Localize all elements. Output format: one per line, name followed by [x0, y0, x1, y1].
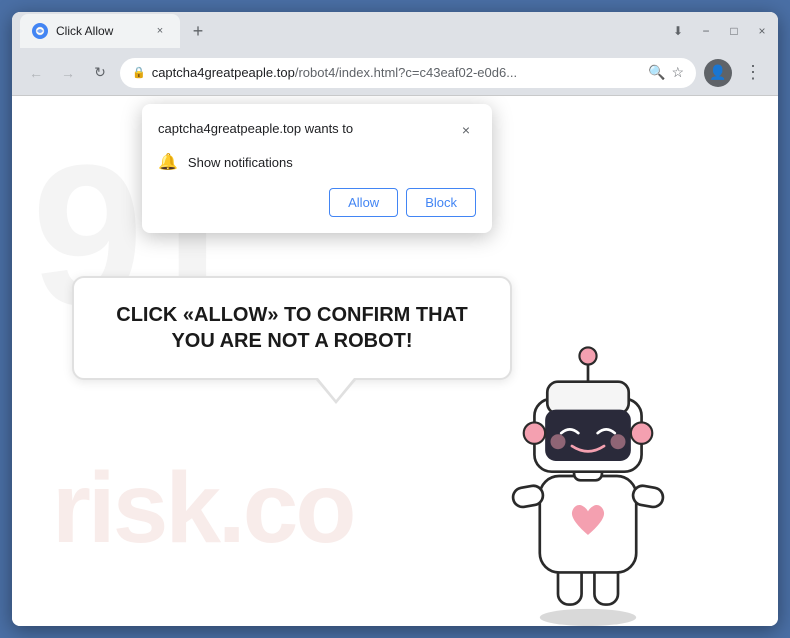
- bell-icon: 🔔: [158, 152, 178, 172]
- bubble-text: CLICK «ALLOW» TO CONFIRM THAT YOU ARE NO…: [106, 302, 478, 354]
- tab-label: Click Allow: [56, 24, 144, 38]
- popup-title: captcha4greatpeaple.top wants to: [158, 120, 353, 138]
- speech-bubble-container: CLICK «ALLOW» TO CONFIRM THAT YOU ARE NO…: [72, 276, 512, 380]
- speech-bubble: CLICK «ALLOW» TO CONFIRM THAT YOU ARE NO…: [72, 276, 512, 380]
- maximize-button[interactable]: □: [726, 23, 742, 39]
- bookmark-icon[interactable]: ☆: [671, 64, 684, 81]
- robot-character: [478, 326, 698, 626]
- popup-header: captcha4greatpeaple.top wants to ×: [158, 120, 476, 140]
- lock-icon: 🔒: [132, 66, 146, 79]
- url-text: captcha4greatpeaple.top/robot4/index.htm…: [152, 65, 642, 80]
- search-icon[interactable]: 🔍: [648, 64, 665, 81]
- popup-permission: 🔔 Show notifications: [158, 152, 476, 172]
- cast-icon[interactable]: ⬇: [670, 23, 686, 39]
- url-path: /robot4/index.html?c=c43eaf02-e0d6...: [295, 65, 517, 80]
- profile-button[interactable]: 👤: [704, 59, 732, 87]
- new-tab-button[interactable]: +: [184, 17, 212, 45]
- permission-label: Show notifications: [188, 155, 293, 170]
- popup-buttons: Allow Block: [158, 188, 476, 217]
- more-options-button[interactable]: ⋮: [740, 60, 766, 85]
- profile-icon: 👤: [709, 64, 726, 81]
- browser-window: Click Allow × + ⬇ − □ × ← → ↻ 🔒 captcha4…: [12, 12, 778, 626]
- close-window-button[interactable]: ×: [754, 23, 770, 39]
- window-controls: ⬇ − □ ×: [670, 23, 770, 39]
- page-content: 9 1 risk.co captcha4greatpeaple.top want…: [12, 96, 778, 626]
- allow-button[interactable]: Allow: [329, 188, 398, 217]
- forward-button[interactable]: →: [56, 61, 80, 85]
- popup-close-button[interactable]: ×: [456, 120, 476, 140]
- tab-close-button[interactable]: ×: [152, 23, 168, 39]
- tab-favicon: [32, 23, 48, 39]
- robot-svg: [478, 326, 698, 626]
- minimize-button[interactable]: −: [698, 23, 714, 39]
- block-button[interactable]: Block: [406, 188, 476, 217]
- notification-popup: captcha4greatpeaple.top wants to × 🔔 Sho…: [142, 104, 492, 233]
- active-tab[interactable]: Click Allow ×: [20, 14, 180, 48]
- refresh-button[interactable]: ↻: [88, 61, 112, 85]
- title-bar: Click Allow × + ⬇ − □ ×: [12, 12, 778, 50]
- back-button[interactable]: ←: [24, 61, 48, 85]
- tab-strip: Click Allow × +: [20, 14, 662, 48]
- url-bar[interactable]: 🔒 captcha4greatpeaple.top/robot4/index.h…: [120, 58, 696, 88]
- url-domain: captcha4greatpeaple.top: [152, 65, 295, 80]
- address-bar: ← → ↻ 🔒 captcha4greatpeaple.top/robot4/i…: [12, 50, 778, 96]
- watermark-logo: risk.co: [52, 451, 353, 566]
